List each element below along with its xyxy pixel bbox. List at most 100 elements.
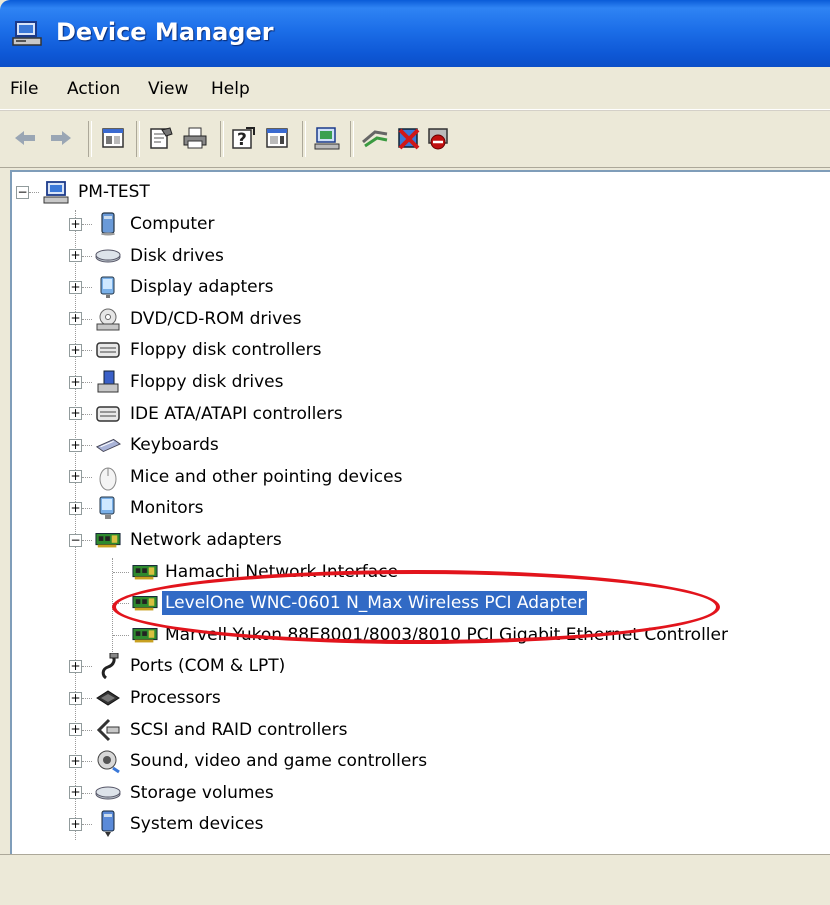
toolbar-separator bbox=[350, 121, 354, 157]
expand-toggle[interactable]: + bbox=[69, 817, 82, 831]
tree-node-label: IDE ATA/ATAPI controllers bbox=[130, 403, 343, 424]
tree-node-category[interactable]: + Keyboards bbox=[12, 429, 222, 461]
title-bar[interactable]: Device Manager bbox=[0, 0, 830, 67]
floppy-drive-icon bbox=[95, 369, 121, 395]
tree-node-label: SCSI and RAID controllers bbox=[130, 719, 348, 740]
tree-connector bbox=[82, 824, 92, 826]
tree-connector bbox=[82, 350, 92, 352]
scan-hardware-icon[interactable] bbox=[312, 123, 342, 153]
expand-toggle[interactable]: + bbox=[69, 723, 82, 737]
tree-connector bbox=[82, 792, 92, 794]
help-icon[interactable]: ? bbox=[228, 123, 258, 153]
status-bar bbox=[0, 854, 830, 905]
tree-node-label: Computer bbox=[130, 214, 215, 234]
forward-arrow-icon[interactable] bbox=[46, 123, 76, 153]
port-icon bbox=[95, 653, 121, 680]
properties-icon[interactable] bbox=[146, 123, 176, 153]
tree-node-category[interactable]: + Floppy disk controllers bbox=[12, 334, 325, 366]
menu-action[interactable]: Action bbox=[67, 79, 120, 99]
controller-icon bbox=[95, 401, 121, 427]
tree-node-category[interactable]: + Display adapters bbox=[12, 271, 276, 303]
keyboard-icon bbox=[95, 432, 121, 458]
window-title: Device Manager bbox=[56, 18, 274, 46]
tree-node-category[interactable]: − Network adapters bbox=[12, 524, 285, 556]
tree-node-label: Mice and other pointing devices bbox=[130, 466, 403, 487]
dvd-drive-icon bbox=[95, 306, 121, 332]
tree-connector bbox=[82, 224, 92, 225]
tree-node-category[interactable]: + DVD/CD-ROM drives bbox=[12, 303, 304, 335]
tree-node-label: Processors bbox=[130, 688, 221, 708]
tree-node-category[interactable]: + Disk drives bbox=[12, 240, 227, 272]
disable-icon[interactable] bbox=[424, 123, 454, 153]
tree-node-label: Keyboards bbox=[130, 435, 219, 456]
svg-text:?: ? bbox=[237, 130, 247, 150]
expand-toggle[interactable]: + bbox=[69, 249, 82, 263]
collapse-toggle[interactable]: − bbox=[69, 533, 82, 547]
tree-connector bbox=[113, 634, 129, 636]
tree-node-category[interactable]: + Monitors bbox=[12, 492, 206, 524]
expand-toggle[interactable]: + bbox=[69, 375, 82, 389]
collapse-toggle[interactable]: − bbox=[16, 185, 29, 199]
expand-toggle[interactable]: + bbox=[69, 659, 82, 673]
tree-connector bbox=[82, 382, 92, 383]
back-arrow-icon[interactable] bbox=[10, 123, 40, 153]
menu-help[interactable]: Help bbox=[211, 79, 250, 99]
toolbar-separator bbox=[88, 121, 92, 157]
expand-toggle[interactable]: + bbox=[69, 217, 82, 231]
expand-toggle[interactable]: + bbox=[69, 312, 82, 326]
tree-connector bbox=[29, 192, 39, 193]
mouse-icon bbox=[95, 464, 121, 491]
tree-node-device-selected[interactable]: LevelOne WNC-0601 N_Max Wireless PCI Ada… bbox=[12, 587, 588, 619]
menu-file[interactable]: File bbox=[10, 79, 38, 99]
tree-connector bbox=[82, 698, 92, 699]
update-driver-icon[interactable] bbox=[360, 123, 390, 153]
device-manager-window: Device Manager File Action View Help ? −… bbox=[0, 0, 830, 905]
tree-node-category[interactable]: + SCSI and RAID controllers bbox=[12, 714, 350, 746]
expand-toggle[interactable]: + bbox=[69, 786, 82, 800]
device-tree[interactable]: − PM-TEST + Computer + Disk drives + Display … bbox=[10, 170, 830, 854]
tree-node-category[interactable]: + Sound, video and game controllers bbox=[12, 745, 430, 777]
tree-node-category[interactable]: + System devices bbox=[12, 808, 267, 840]
tree-node-device[interactable]: Hamachi Network Interface bbox=[12, 556, 401, 588]
tree-connector bbox=[82, 318, 92, 320]
display-adapter-icon bbox=[95, 274, 121, 300]
uninstall-icon[interactable] bbox=[394, 123, 424, 153]
expand-toggle[interactable]: + bbox=[69, 754, 82, 768]
expand-toggle[interactable]: + bbox=[69, 407, 82, 421]
expand-toggle[interactable]: + bbox=[69, 501, 82, 515]
tree-node-label: Display adapters bbox=[130, 277, 274, 298]
tree-node-label: Sound, video and game controllers bbox=[130, 751, 428, 772]
tree-node-category[interactable]: + Storage volumes bbox=[12, 777, 277, 809]
network-adapter-icon bbox=[95, 527, 121, 553]
tree-node-label: Monitors bbox=[130, 498, 204, 519]
expand-toggle[interactable]: + bbox=[69, 343, 82, 357]
tree-node-category[interactable]: + IDE ATA/ATAPI controllers bbox=[12, 398, 346, 430]
tree-connector bbox=[82, 255, 92, 257]
expand-toggle[interactable]: + bbox=[69, 280, 82, 294]
disk-drive-icon bbox=[95, 243, 121, 269]
computer-icon bbox=[95, 211, 121, 237]
tree-node-category[interactable]: + Ports (COM & LPT) bbox=[12, 650, 288, 682]
print-icon[interactable] bbox=[180, 123, 210, 153]
tree-node-label: Disk drives bbox=[130, 245, 224, 266]
tree-node-category[interactable]: + Computer bbox=[12, 208, 218, 240]
expand-toggle[interactable]: + bbox=[69, 691, 82, 705]
show-hide-tree-icon[interactable] bbox=[98, 123, 128, 153]
tree-node-label: Ports (COM & LPT) bbox=[130, 656, 286, 677]
tree-node-label: LevelOne WNC-0601 N_Max Wireless PCI Ada… bbox=[162, 591, 588, 616]
action-pane-icon[interactable] bbox=[262, 123, 292, 153]
system-device-icon bbox=[95, 810, 121, 838]
tree-connector bbox=[82, 445, 92, 447]
tree-connector bbox=[82, 666, 92, 668]
tree-node-label: Floppy disk controllers bbox=[130, 340, 322, 361]
tree-node-device[interactable]: Marvell Yukon 88E8001/8003/8010 PCI Giga… bbox=[12, 619, 731, 651]
menu-view[interactable]: View bbox=[148, 79, 188, 99]
tree-node-label: System devices bbox=[130, 814, 264, 835]
expand-toggle[interactable]: + bbox=[69, 470, 82, 484]
tree-node-category[interactable]: + Processors bbox=[12, 682, 224, 714]
tree-node-root[interactable]: − PM-TEST bbox=[12, 176, 153, 208]
tree-node-category[interactable]: + Mice and other pointing devices bbox=[12, 461, 405, 493]
tree-node-category[interactable]: + Floppy disk drives bbox=[12, 366, 286, 398]
expand-toggle[interactable]: + bbox=[69, 438, 82, 452]
tree-connector bbox=[82, 761, 92, 763]
